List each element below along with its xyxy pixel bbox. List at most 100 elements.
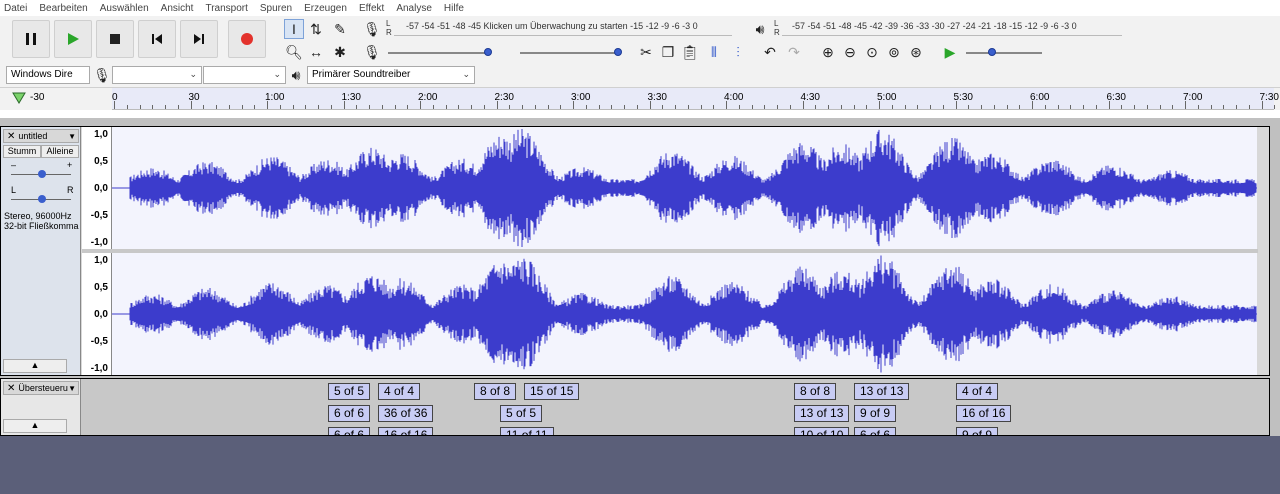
record-volume-thumb[interactable]	[484, 48, 492, 56]
record-volume-slider[interactable]	[388, 52, 488, 54]
label-item[interactable]: 8 of 8	[794, 383, 837, 400]
label-item[interactable]: 11 of 11	[500, 427, 554, 435]
timeline-ruler[interactable]: 0 30 1:00 1:30 2:00 2:30 3:00 3:30 4:00 4:30 5:00 5…	[112, 88, 1279, 110]
playback-volume-slider[interactable]	[520, 52, 620, 54]
label-track-name[interactable]: Übersteueru	[18, 383, 68, 393]
channel-1-scale[interactable]: 1,0 0,5 0,0 -0,5 -1,0	[82, 127, 112, 249]
solo-button[interactable]: Alleine	[41, 145, 79, 158]
ruler-minor-tick	[611, 105, 613, 109]
menu-item-4[interactable]: Transport	[205, 3, 247, 14]
gain-slider-thumb[interactable]	[38, 170, 46, 178]
close-icon[interactable]: ✕	[4, 131, 18, 142]
menu-item-5[interactable]: Spuren	[260, 3, 292, 14]
menu-item-2[interactable]: Auswählen	[100, 3, 149, 14]
record-button[interactable]	[228, 20, 266, 58]
cut-button[interactable]: ✂	[636, 42, 656, 62]
record-meter-scale[interactable]: -57 -54 -51 -48 -45 Klicken um Überwachu…	[406, 21, 698, 31]
label-item[interactable]: 9 of 9	[854, 405, 897, 422]
draw-tool-button[interactable]: ✎	[330, 19, 350, 39]
close-icon[interactable]: ✕	[4, 383, 18, 394]
play-meter-scale[interactable]: -57 -54 -51 -48 -45 -42 -39 -36 -33 -30 …	[792, 21, 1077, 31]
collapse-track-button[interactable]: ▲	[3, 359, 67, 373]
ruler-minor-tick	[904, 105, 906, 109]
copy-button[interactable]: ❐	[658, 42, 678, 62]
label-item[interactable]: 6 of 6	[854, 427, 897, 435]
label-item[interactable]: 13 of 13	[794, 405, 850, 422]
zoom-toggle-button[interactable]: ⊛	[906, 42, 926, 62]
label-item[interactable]: 4 of 4	[378, 383, 421, 400]
play-at-speed-button[interactable]: ▶	[940, 42, 960, 62]
channel-2-scale[interactable]: 1,0 0,5 0,0 -0,5 -1,0	[82, 253, 112, 375]
ruler-minor-tick	[177, 105, 179, 109]
label-item[interactable]: 5 of 5	[328, 383, 371, 400]
menu-item-7[interactable]: Effekt	[359, 3, 384, 14]
play-button[interactable]	[54, 20, 92, 58]
skip-start-icon	[152, 34, 162, 44]
skip-start-button[interactable]	[138, 20, 176, 58]
label-item[interactable]: 16 of 16	[956, 405, 1012, 422]
pan-left-label: L	[11, 185, 17, 195]
label-item[interactable]: 5 of 5	[500, 405, 543, 422]
channel-1-waveform[interactable]	[112, 127, 1257, 249]
label-item[interactable]: 6 of 6	[328, 405, 371, 422]
stop-button[interactable]	[96, 20, 134, 58]
label-track-header: ✕ Übersteueru ▼	[3, 381, 79, 395]
caret-down-icon[interactable]: ▼	[68, 384, 78, 393]
label-area[interactable]: 5 of 5 4 of 4 8 of 8 15 of 15 8 of 8 13 of 13…	[112, 379, 1269, 435]
skip-end-button[interactable]	[180, 20, 218, 58]
menu-item-1[interactable]: Bearbeiten	[39, 3, 87, 14]
pause-button[interactable]	[12, 20, 50, 58]
label-item[interactable]: 10 of 10	[794, 427, 850, 435]
empty-project-area[interactable]	[0, 436, 1280, 494]
ruler-minor-tick	[471, 105, 472, 109]
label-item[interactable]: 13 of 13	[854, 383, 910, 400]
label-item[interactable]: 6 of 6	[328, 427, 371, 435]
silence-button[interactable]: ⫶	[728, 42, 748, 62]
audio-host-select[interactable]: Windows Dire	[6, 66, 90, 84]
play-speed-slider[interactable]	[966, 52, 1042, 54]
ruler-minor-tick	[789, 105, 791, 109]
trim-button[interactable]: ⫴	[704, 42, 724, 62]
channel-2-waveform[interactable]	[112, 253, 1257, 375]
paste-button[interactable]: 📋︎	[680, 42, 700, 62]
track-name[interactable]: untitled	[18, 131, 68, 141]
label-item[interactable]: 8 of 8	[474, 383, 517, 400]
zoom-tool-button[interactable]: 🔍︎	[284, 42, 304, 62]
menu-item-8[interactable]: Analyse	[396, 3, 432, 14]
fit-project-button[interactable]: ⊚	[884, 42, 904, 62]
menu-item-6[interactable]: Erzeugen	[304, 3, 347, 14]
output-device-select[interactable]: Primärer Soundtreiber ⌄	[307, 66, 475, 84]
undo-button[interactable]: ↶	[760, 42, 780, 62]
label-item[interactable]: 4 of 4	[956, 383, 999, 400]
menu-item-9[interactable]: Hilfe	[444, 3, 464, 14]
input-channels-select[interactable]: ⌄	[203, 66, 286, 84]
play-meter-button[interactable]: 🔊︎	[750, 19, 770, 39]
playback-volume-thumb[interactable]	[614, 48, 622, 56]
menu-item-0[interactable]: Datei	[4, 3, 27, 14]
record-meter-button[interactable]: 🎙︎	[362, 19, 382, 39]
label-item[interactable]: 9 of 9	[956, 427, 999, 435]
multi-tool-button[interactable]: ✱	[330, 42, 350, 62]
gain-minus-label: –	[11, 160, 17, 170]
zoom-in-button[interactable]: ⊕	[818, 42, 838, 62]
menu-item-3[interactable]: Ansicht	[161, 3, 194, 14]
redo-button[interactable]: ↷	[784, 42, 804, 62]
zoom-out-button[interactable]: ⊖	[840, 42, 860, 62]
fit-selection-button[interactable]: ⊙	[862, 42, 882, 62]
pan-slider-thumb[interactable]	[38, 195, 46, 203]
ruler-minor-tick	[700, 105, 702, 109]
play-speed-thumb[interactable]	[988, 48, 996, 56]
label-item[interactable]: 15 of 15	[524, 383, 580, 400]
collapse-label-track-button[interactable]: ▲	[3, 419, 67, 433]
label-item[interactable]: 16 of 16	[378, 427, 434, 435]
scale-label: -1,0	[90, 363, 108, 374]
play-head-icon[interactable]	[12, 92, 26, 104]
input-device-select[interactable]: ⌄	[112, 66, 202, 84]
label-item[interactable]: 36 of 36	[378, 405, 434, 422]
caret-down-icon[interactable]: ▼	[68, 132, 78, 141]
timeshift-tool-button[interactable]: ↔	[306, 42, 326, 62]
mute-button[interactable]: Stumm	[3, 145, 41, 158]
selection-tool-button[interactable]: I	[284, 19, 304, 39]
redo-icon: ↷	[788, 43, 800, 60]
envelope-tool-button[interactable]: ⇅	[306, 19, 326, 39]
